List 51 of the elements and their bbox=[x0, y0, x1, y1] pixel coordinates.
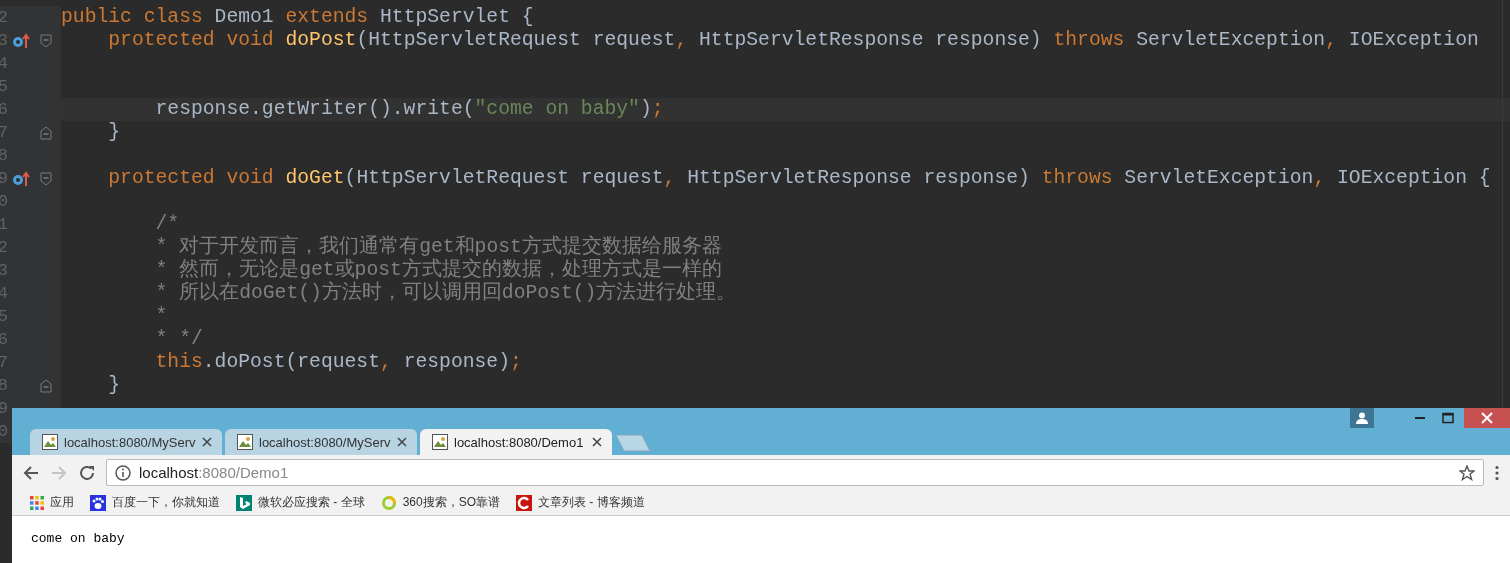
fold-icon[interactable] bbox=[40, 378, 52, 393]
code-line: protected void doGet(HttpServletRequest request, HttpServletResponse response) throws ServletException, IOException { bbox=[107, 167, 1491, 190]
browser-tab[interactable]: localhost:8080/MyServ bbox=[225, 429, 417, 455]
address-field[interactable]: localhost:8080/Demo1 bbox=[106, 459, 1484, 486]
menu-icon[interactable] bbox=[1494, 464, 1500, 481]
close-button[interactable] bbox=[1464, 408, 1510, 428]
bookmark[interactable]: 微软必应搜索 - 全球 bbox=[236, 494, 365, 511]
code-line: * 所以在doGet()方法时，可以调用回doPost()方法进行处理。 bbox=[154, 282, 737, 305]
user-button[interactable] bbox=[1350, 408, 1374, 428]
reload-icon[interactable] bbox=[78, 463, 96, 482]
bookmark[interactable]: 应用 bbox=[30, 494, 74, 511]
bookmark[interactable]: 文章列表 - 博客频道 bbox=[516, 494, 645, 511]
maximize-icon bbox=[1442, 412, 1454, 424]
code-line: this.doPost(request, response); bbox=[154, 351, 522, 374]
close-icon[interactable] bbox=[202, 437, 212, 447]
code-line: protected void doPost(HttpServletRequest request, HttpServletResponse response) throws ServletException, IOException bbox=[107, 29, 1479, 52]
code-line: * bbox=[154, 305, 168, 328]
image-icon bbox=[42, 434, 58, 450]
code-line: * 对于开发而言，我们通常有get和post方式提交数据给服务器 bbox=[154, 236, 722, 258]
ring-icon bbox=[380, 494, 397, 511]
browser-tab[interactable]: localhost:8080/MyServ bbox=[30, 429, 222, 455]
paw-icon bbox=[90, 494, 106, 511]
code-line: } bbox=[107, 121, 121, 144]
close-icon[interactable] bbox=[397, 437, 407, 447]
override-icon[interactable] bbox=[12, 32, 32, 49]
fold-icon[interactable] bbox=[40, 33, 52, 48]
back-icon[interactable] bbox=[22, 463, 40, 482]
code-line: * */ bbox=[154, 328, 203, 351]
c-logo-icon bbox=[516, 494, 533, 511]
info-icon bbox=[115, 464, 131, 481]
image-icon bbox=[432, 434, 448, 450]
page-text: come on baby bbox=[31, 531, 125, 546]
code-line: } bbox=[107, 374, 121, 397]
browser-tab[interactable]: localhost:8080/Demo1 bbox=[420, 429, 612, 455]
minimize-icon bbox=[1415, 417, 1425, 419]
close-icon[interactable] bbox=[592, 437, 602, 447]
bing-icon bbox=[236, 494, 252, 511]
apps-icon bbox=[30, 495, 44, 510]
code-line: response.getWriter().write("come on baby"); bbox=[154, 98, 664, 121]
bookmark[interactable]: 360搜索，SO靠谱 bbox=[380, 494, 501, 511]
override-icon[interactable] bbox=[12, 170, 32, 187]
code-line: public class Demo1 extends HttpServlet { bbox=[61, 6, 534, 29]
fold-icon[interactable] bbox=[40, 171, 52, 186]
close-icon bbox=[1481, 412, 1493, 424]
image-icon bbox=[237, 434, 253, 450]
star-icon[interactable] bbox=[1459, 464, 1475, 481]
bookmark[interactable]: 百度一下，你就知道 bbox=[90, 494, 220, 511]
code-line: /* bbox=[154, 213, 180, 235]
person-icon bbox=[1356, 412, 1368, 424]
code-line: * 然而，无论是get或post方式提交的数据，处理方式是一样的 bbox=[154, 259, 722, 281]
fold-icon[interactable] bbox=[40, 125, 52, 140]
